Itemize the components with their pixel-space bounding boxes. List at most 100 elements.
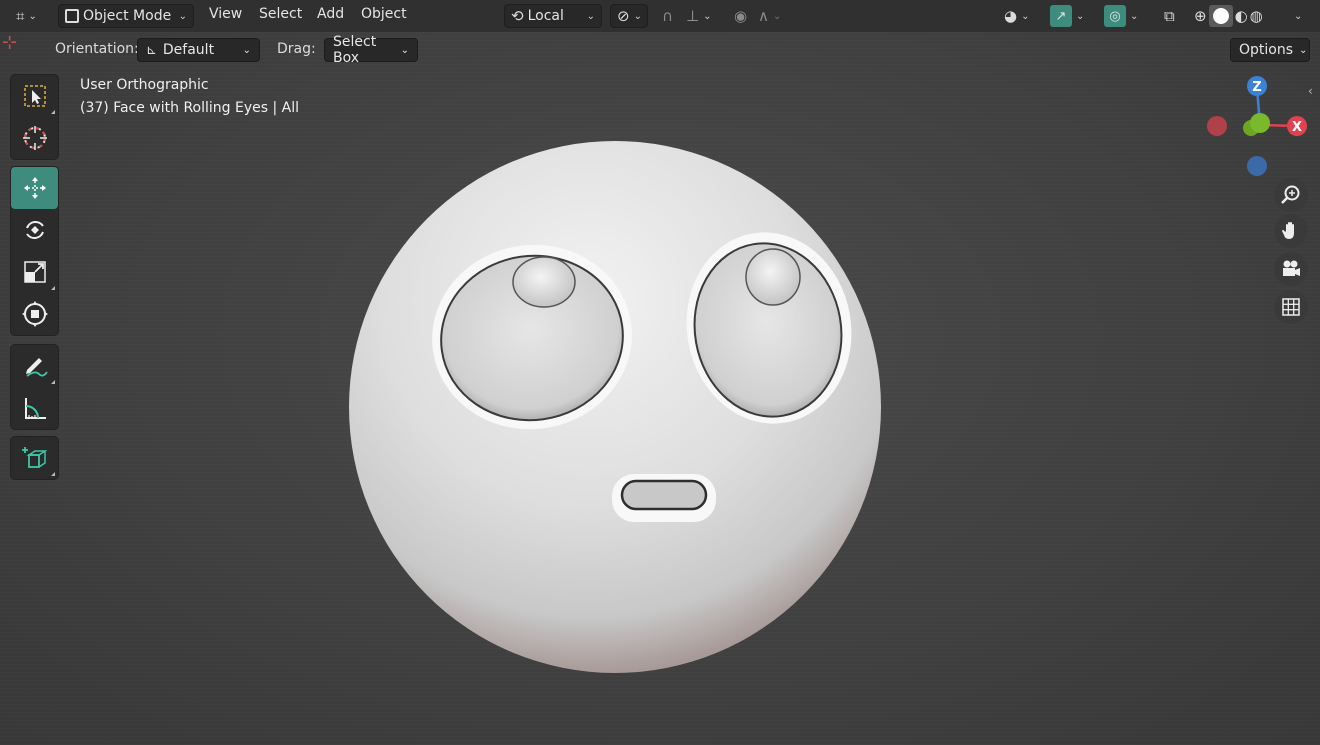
rendered-shading-icon[interactable]: ◍ — [1250, 8, 1263, 24]
tool-select-box[interactable] — [11, 75, 58, 117]
menu-object[interactable]: Object — [361, 6, 407, 22]
tool-scale[interactable] — [11, 251, 58, 293]
gizmo-neg-x[interactable] — [1207, 116, 1227, 136]
zoom-magnifier-icon — [1281, 185, 1300, 204]
move-icon — [23, 177, 46, 199]
toolbar-group-select — [10, 74, 59, 160]
chevron-down-icon: ⌄ — [633, 10, 642, 22]
chevron-down-icon: ⌄ — [772, 10, 782, 22]
chevron-down-icon: ⌄ — [28, 10, 37, 22]
shading-options-dropdown[interactable]: ⌄ — [1288, 4, 1308, 28]
mouth — [620, 479, 708, 511]
drag-dropdown[interactable]: Select Box ⌄ — [324, 34, 418, 66]
wireframe-shading-icon[interactable]: ⊕ — [1194, 8, 1207, 24]
solid-shading-icon[interactable] — [1208, 5, 1233, 27]
gizmo-neg-z[interactable] — [1247, 156, 1267, 176]
chevron-down-icon: ⌄ — [178, 10, 187, 22]
orientation-label: Orientation: — [55, 41, 139, 57]
gizmos-dropdown[interactable]: ↗ ⌄ — [1044, 4, 1090, 28]
snap-toggle[interactable]: ∩ — [656, 4, 679, 28]
camera-view-button[interactable] — [1274, 252, 1308, 286]
scale-icon — [23, 261, 46, 283]
gizmo-y[interactable] — [1250, 113, 1270, 133]
transform-orientation-dropdown[interactable]: ⟲ Local ⌄ — [504, 4, 602, 28]
menu-select[interactable]: Select — [259, 6, 302, 22]
orientation-value: Default — [162, 42, 215, 58]
tool-annotate[interactable] — [11, 345, 58, 387]
right-pupil — [745, 248, 801, 306]
tool-settings-bar: ⊹ Orientation: ⊾ Default ⌄ Drag: Select … — [0, 32, 1320, 66]
cursor-icon — [22, 126, 47, 150]
chevron-down-icon: ⌄ — [1294, 10, 1303, 22]
measure-ruler-icon — [24, 398, 46, 419]
xray-toggle[interactable]: ⧉ — [1158, 4, 1181, 28]
tool-rotate[interactable] — [11, 209, 58, 251]
mode-label: Object Mode — [83, 8, 172, 24]
chevron-down-icon: ⌄ — [703, 10, 712, 22]
annotate-pencil-icon — [25, 358, 48, 377]
menu-view[interactable]: View — [209, 6, 242, 22]
drag-value: Select Box — [333, 34, 377, 66]
chevron-down-icon: ⌄ — [1299, 44, 1308, 56]
drag-label: Drag: — [277, 41, 316, 57]
visibility-dropdown[interactable]: ◕ ⌄ — [998, 4, 1035, 28]
material-preview-icon[interactable]: ◐ — [1235, 8, 1248, 24]
ortho-toggle-button[interactable] — [1274, 290, 1308, 324]
view-name-label: User Orthographic — [80, 77, 209, 93]
snap-element-dropdown[interactable]: ⊥ ⌄ — [680, 4, 717, 28]
chevron-down-icon: ⌄ — [242, 44, 251, 56]
options-label: Options — [1239, 42, 1294, 58]
transform-orientation-label: Local — [527, 8, 564, 24]
mode-dropdown[interactable]: Object Mode ⌄ — [58, 4, 194, 28]
options-dropdown[interactable]: Options ⌄ — [1230, 38, 1310, 62]
editor-type-icon: ⌗ — [16, 6, 25, 25]
select-box-icon — [23, 85, 46, 107]
viewport-header: ⌗ ⌄ Object Mode ⌄ View Select Add Object… — [0, 0, 1320, 32]
tool-add-cube[interactable] — [11, 437, 58, 479]
add-cube-icon — [21, 447, 47, 468]
menu-add[interactable]: Add — [317, 6, 344, 22]
falloff-curve-icon: ∧ — [758, 6, 769, 25]
xray-icon: ⧉ — [1164, 6, 1175, 25]
tool-transform[interactable] — [11, 293, 58, 335]
snap-increment-icon: ⊥ — [686, 6, 700, 25]
gizmo-x-label: X — [1292, 120, 1302, 135]
chevron-down-icon: ⌄ — [1130, 10, 1139, 22]
gizmo-z-label: Z — [1252, 80, 1261, 95]
gizmo-toggle-icon: ↗ — [1050, 5, 1072, 27]
pivot-point-dropdown[interactable]: ⊘ ⌄ — [610, 4, 648, 28]
overlays-toggle-icon: ◎ — [1104, 5, 1126, 27]
eye-icon: ◕ — [1004, 6, 1018, 25]
transform-icon — [21, 301, 48, 327]
tool-measure[interactable] — [11, 387, 58, 429]
3d-cursor-icon: ⊹ — [2, 32, 18, 53]
chevron-down-icon: ⌄ — [586, 10, 595, 22]
overlays-dropdown[interactable]: ◎ ⌄ — [1098, 4, 1144, 28]
grid-icon — [1282, 298, 1300, 316]
object-mode-icon — [65, 9, 79, 23]
orientation-dropdown[interactable]: ⊾ Default ⌄ — [137, 38, 260, 62]
chevron-down-icon: ⌄ — [1021, 10, 1030, 22]
editor-type-button[interactable]: ⌗ ⌄ — [10, 4, 43, 28]
rotate-icon — [25, 221, 44, 239]
falloff-dropdown[interactable]: ∧ ⌄ — [752, 4, 787, 28]
left-pupil — [512, 256, 576, 308]
toolbar-group-annotate — [10, 344, 59, 430]
chevron-down-icon: ⌄ — [400, 44, 409, 56]
toolbar-group-add — [10, 436, 59, 480]
toolbar-group-transform — [10, 166, 59, 336]
hand-pan-icon — [1282, 222, 1294, 239]
navigation-gizmo[interactable]: Z X — [1200, 72, 1310, 182]
orientation-icon: ⟲ — [511, 6, 524, 25]
zoom-button[interactable] — [1274, 178, 1308, 212]
pan-button[interactable] — [1274, 214, 1308, 248]
tool-cursor[interactable] — [11, 117, 58, 159]
proportional-editing-icon: ◉ — [734, 6, 748, 25]
shading-mode-group: ⊕ ◐ ◍ — [1188, 4, 1269, 28]
object-info-label: (37) Face with Rolling Eyes | All — [80, 100, 300, 116]
tool-move[interactable] — [11, 167, 58, 209]
camera-icon — [1283, 260, 1300, 276]
chevron-down-icon: ⌄ — [1076, 10, 1085, 22]
magnet-icon: ∩ — [662, 6, 673, 25]
proportional-editing-toggle[interactable]: ◉ — [728, 4, 753, 28]
